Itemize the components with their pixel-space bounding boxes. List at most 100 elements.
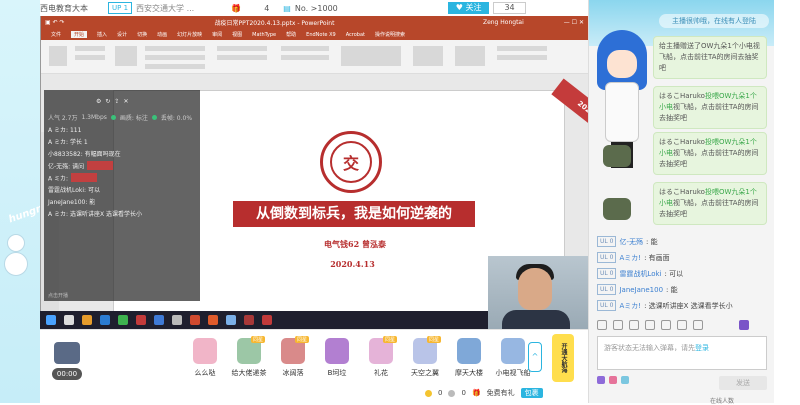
gift-label: 摩天大楼 bbox=[455, 369, 483, 377]
right-margin bbox=[774, 0, 800, 403]
overlay-line: 亿-无殇: 请问 bbox=[44, 158, 200, 170]
gift-icon: 🎁 bbox=[471, 389, 481, 397]
wechat-icon[interactable] bbox=[118, 315, 128, 325]
app-icon[interactable] bbox=[208, 315, 218, 325]
danmaku-line: UL 0 JaneJane100: 能 bbox=[597, 284, 678, 295]
window-controls[interactable]: — ☐ ✕ bbox=[564, 19, 584, 26]
overlay-line: A ミカ: 选课听讲座X 选课看学长小 bbox=[48, 211, 142, 218]
more-icon[interactable] bbox=[693, 320, 703, 330]
school-link[interactable]: 西安交通大学 ... bbox=[136, 3, 194, 14]
overlay-stats-row: 人气 2.7万 1.3Mbps 画质: 标注 丢帧: 0.0% bbox=[48, 113, 193, 122]
app-icon[interactable] bbox=[262, 315, 272, 325]
gift-item[interactable]: 礼花 同星 bbox=[359, 336, 403, 378]
send-button[interactable]: 发送 bbox=[719, 376, 767, 390]
gift-label: 给大佬递茶 bbox=[231, 369, 267, 377]
app-icon[interactable] bbox=[244, 315, 254, 325]
quick-access-icons[interactable]: ▣ ↶ ↷ bbox=[45, 19, 65, 26]
tab-4[interactable]: 切换 bbox=[137, 31, 147, 38]
sticker-icon[interactable] bbox=[613, 320, 623, 330]
search-icon[interactable] bbox=[64, 315, 74, 325]
overlay-footer: 点击开播 bbox=[48, 293, 69, 299]
vscode-icon[interactable] bbox=[154, 315, 164, 325]
gift-message: はるこHaruko投喂OW九朵1个小电视飞船，点击前往TA的房间去抽奖吧 bbox=[653, 132, 767, 175]
tab-0[interactable]: 文件 bbox=[51, 31, 61, 38]
gift-item[interactable]: B坷垃 bbox=[315, 338, 359, 378]
follow-count: 34 bbox=[493, 2, 526, 14]
broadcast-timer[interactable]: 00:00 bbox=[52, 342, 82, 380]
close-icon[interactable]: ✕ bbox=[123, 98, 128, 105]
login-link[interactable]: 登录 bbox=[695, 344, 709, 352]
gift-tag: 同星 bbox=[383, 336, 398, 343]
app-icon[interactable] bbox=[172, 315, 182, 325]
gift-label: 天空之翼 bbox=[411, 369, 439, 377]
danmaku-line: UL 0 亿-无殇: 能 bbox=[597, 236, 658, 247]
color-icon[interactable] bbox=[629, 320, 639, 330]
powerpoint-icon[interactable] bbox=[190, 315, 200, 325]
settings-icon[interactable]: ⚙ bbox=[96, 98, 101, 105]
gift-label: 么么哒 bbox=[194, 369, 216, 377]
gift-item[interactable]: 天空之翼 同星 bbox=[403, 336, 447, 378]
open-captain-button[interactable]: 开通大航海 bbox=[552, 334, 574, 382]
gift-label: B坷垃 bbox=[327, 369, 347, 377]
badge-icon[interactable] bbox=[609, 376, 617, 384]
gift-message: 给主播赠送了OW九朵1个小电视飞船，点击前往TA的房间去抽奖吧 bbox=[653, 36, 767, 79]
tab-11[interactable]: EndNote X9 bbox=[306, 32, 336, 38]
tab-1[interactable]: 开始 bbox=[71, 31, 88, 38]
robot-mascot-icon bbox=[603, 145, 631, 167]
tab-5[interactable]: 动画 bbox=[157, 31, 167, 38]
fan-icon[interactable] bbox=[661, 320, 671, 330]
ribbon-toolbar bbox=[41, 40, 588, 74]
gift-item[interactable]: 摩天大楼 bbox=[447, 338, 491, 378]
badge-icon[interactable] bbox=[621, 376, 629, 384]
silver-count: 0 bbox=[461, 389, 466, 397]
follow-button[interactable]: ♥ 关注 bbox=[447, 2, 490, 14]
tab-10[interactable]: 帮助 bbox=[286, 31, 296, 38]
app-icon[interactable] bbox=[226, 315, 236, 325]
gift-item[interactable]: 冰阔落 同星 bbox=[271, 336, 315, 378]
edge-icon[interactable] bbox=[100, 315, 110, 325]
chat-toolbar bbox=[597, 320, 749, 330]
tab-12[interactable]: Acrobat bbox=[346, 32, 365, 38]
overlay-line: JaneJane100: 能 bbox=[48, 199, 96, 206]
badge-icon[interactable] bbox=[597, 376, 605, 384]
package-button[interactable]: 包裹 bbox=[520, 388, 543, 398]
gold-coin-icon bbox=[425, 389, 432, 397]
tab-3[interactable]: 设计 bbox=[117, 31, 127, 38]
tab-8[interactable]: 视图 bbox=[232, 31, 242, 38]
gift-item[interactable]: 给大佬递茶 同星 bbox=[227, 336, 271, 378]
expand-gifts-button[interactable]: ^ bbox=[528, 342, 542, 372]
tab-7[interactable]: 审阅 bbox=[212, 31, 222, 38]
tab-13[interactable]: 操作说明搜索 bbox=[375, 31, 405, 38]
tab-6[interactable]: 幻灯片放映 bbox=[177, 31, 202, 38]
share-icon[interactable]: ⇪ bbox=[114, 98, 119, 105]
gift-icon: 🎁 bbox=[231, 3, 242, 13]
gift-label: 礼花 bbox=[374, 369, 388, 377]
windows-taskbar bbox=[40, 311, 488, 329]
start-icon[interactable] bbox=[46, 315, 56, 325]
settings-icon[interactable] bbox=[739, 320, 749, 330]
emoji-icon[interactable] bbox=[597, 320, 607, 330]
gift-item[interactable]: 么么哒 bbox=[183, 338, 227, 378]
gift-label: 冰阔落 bbox=[282, 369, 304, 377]
image-icon[interactable] bbox=[645, 320, 655, 330]
room-info-bar: 西电教育大本 UP 1 西安交通大学 ... 🎁 4 ▤ No. >1000 ♥… bbox=[40, 0, 588, 16]
danmaku-input[interactable]: 游客状态无法输入弹幕，请先登录 bbox=[597, 336, 767, 370]
gift-icon[interactable] bbox=[677, 320, 687, 330]
tab-9[interactable]: MathType bbox=[252, 32, 276, 38]
app-icon[interactable] bbox=[136, 315, 146, 325]
refresh-icon[interactable]: ↻ bbox=[105, 98, 110, 105]
status-dot-icon bbox=[110, 114, 116, 120]
folder-icon[interactable] bbox=[82, 315, 92, 325]
badge-row bbox=[597, 376, 629, 384]
gift-icon bbox=[457, 338, 481, 364]
rank-icon: ▤ bbox=[283, 3, 291, 13]
tab-2[interactable]: 插入 bbox=[97, 31, 107, 38]
overlay-line: 小8833582: 有幅面吗现在 bbox=[48, 151, 121, 158]
free-gift-link[interactable]: 免费有礼 bbox=[487, 388, 515, 398]
webcam-feed bbox=[488, 256, 588, 329]
input-placeholder: 游客状态无法输入弹幕，请先 bbox=[604, 344, 695, 352]
overlay-line: A ミカ: 111 bbox=[48, 127, 82, 134]
chat-notice: 主播很帅哦，在线有人登陆 bbox=[659, 14, 769, 28]
gift-tag: 同星 bbox=[427, 336, 442, 343]
overlay-line: A ミカ: 学长 1 bbox=[48, 139, 88, 146]
